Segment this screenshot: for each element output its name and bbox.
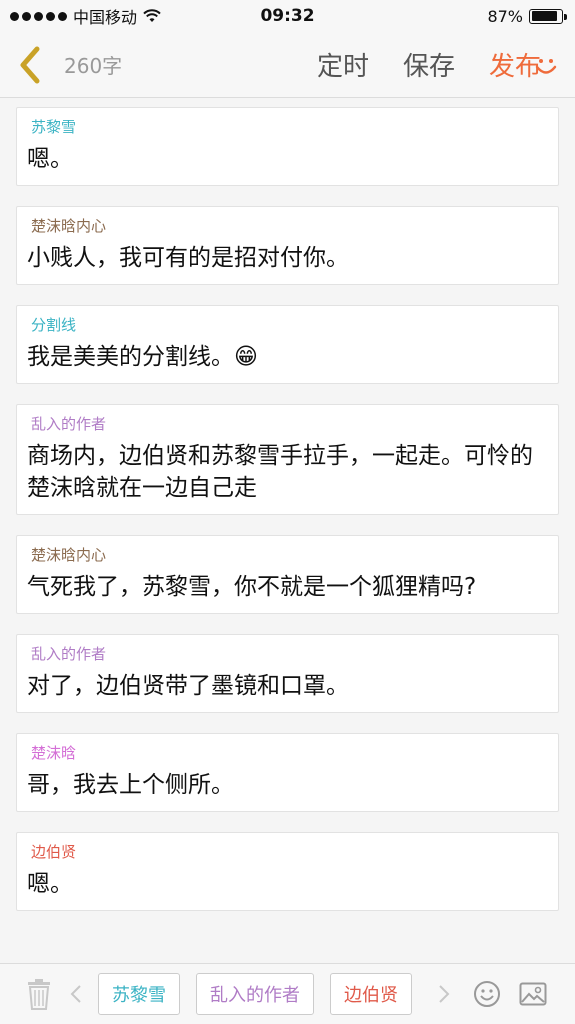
trash-icon[interactable]	[24, 978, 54, 1010]
speaker-tag[interactable]: 苏黎雪	[98, 973, 180, 1015]
message-speaker: 苏黎雪	[31, 118, 77, 136]
message-card[interactable]: 苏黎雪嗯。	[16, 107, 559, 186]
speaker-tag-strip: 苏黎雪 乱入的作者 边伯贤	[98, 973, 428, 1015]
message-text: 嗯。	[27, 146, 73, 172]
word-count: 260字	[64, 54, 123, 78]
message-speaker: 乱入的作者	[31, 415, 107, 433]
editor-header: 260字 定时 保存 发布	[0, 32, 575, 98]
save-button[interactable]: 保存	[403, 46, 455, 83]
status-bar: 中国移动 09:32 87%	[0, 0, 575, 32]
message-text: 嗯。	[27, 871, 73, 897]
carrier-group: 中国移动	[10, 4, 161, 28]
image-icon[interactable]	[518, 982, 548, 1006]
message-card[interactable]: 乱入的作者商场内，边伯贤和苏黎雪手拉手，一起走。可怜的楚沫晗就在一边自己走	[16, 404, 559, 515]
message-card[interactable]: 楚沫晗内心气死我了，苏黎雪，你不就是一个狐狸精吗?	[16, 535, 559, 614]
message-card[interactable]: 乱入的作者对了，边伯贤带了墨镜和口罩。	[16, 634, 559, 713]
bottom-toolbar: 苏黎雪 乱入的作者 边伯贤	[0, 963, 575, 1024]
back-button[interactable]	[2, 32, 58, 98]
timer-button[interactable]: 定时	[317, 46, 369, 83]
chevron-left-icon	[20, 46, 40, 83]
chevron-left-icon[interactable]	[68, 984, 84, 1004]
message-text: 哥，我去上个侧所。	[27, 772, 234, 798]
message-card[interactable]: 楚沫晗哥，我去上个侧所。	[16, 733, 559, 812]
message-list[interactable]: 苏黎雪 嗯。 楚沫晗内心 小贱人，我可有的是招对付你。 分割线 我是美美的分割线。😁 乱入的…	[0, 99, 575, 961]
message-card[interactable]: 边伯贤嗯。	[16, 832, 559, 911]
message-text: 对了，边伯贤带了墨镜和口罩。	[27, 673, 349, 699]
speaker-tag[interactable]: 乱入的作者	[196, 973, 314, 1015]
signal-strength-icon	[10, 11, 67, 21]
battery-level	[531, 11, 557, 21]
emoji-icon[interactable]	[472, 980, 502, 1008]
message-speaker: 分割线	[31, 316, 77, 334]
message-text: 商场内，边伯贤和苏黎雪手拉手，一起走。可怜的楚沫晗就在一边自己走	[27, 443, 533, 501]
message-speaker: 乱入的作者	[31, 645, 107, 663]
carrier-name: 中国移动	[73, 8, 138, 27]
smile-icon	[531, 50, 561, 80]
message-text: 我是美美的分割线。😁	[27, 344, 258, 370]
message-speaker: 边伯贤	[31, 843, 77, 861]
wifi-icon	[143, 9, 161, 22]
message-card[interactable]: 楚沫晗内心小贱人，我可有的是招对付你。	[16, 206, 559, 285]
speaker-tag[interactable]: 边伯贤	[330, 973, 412, 1015]
chevron-right-icon[interactable]	[436, 984, 452, 1004]
message-card[interactable]: 分割线我是美美的分割线。😁	[16, 305, 559, 384]
message-speaker: 楚沫晗内心	[31, 546, 107, 564]
message-text: 气死我了，苏黎雪，你不就是一个狐狸精吗?	[27, 574, 477, 600]
header-actions: 定时 保存 发布	[317, 46, 541, 83]
battery-percent: 87%	[487, 6, 523, 26]
message-speaker: 楚沫晗	[31, 744, 77, 762]
message-speaker: 楚沫晗内心	[31, 217, 107, 235]
battery-group: 87%	[487, 6, 567, 26]
message-text: 小贱人，我可有的是招对付你。	[27, 245, 349, 271]
battery-icon	[529, 8, 567, 24]
